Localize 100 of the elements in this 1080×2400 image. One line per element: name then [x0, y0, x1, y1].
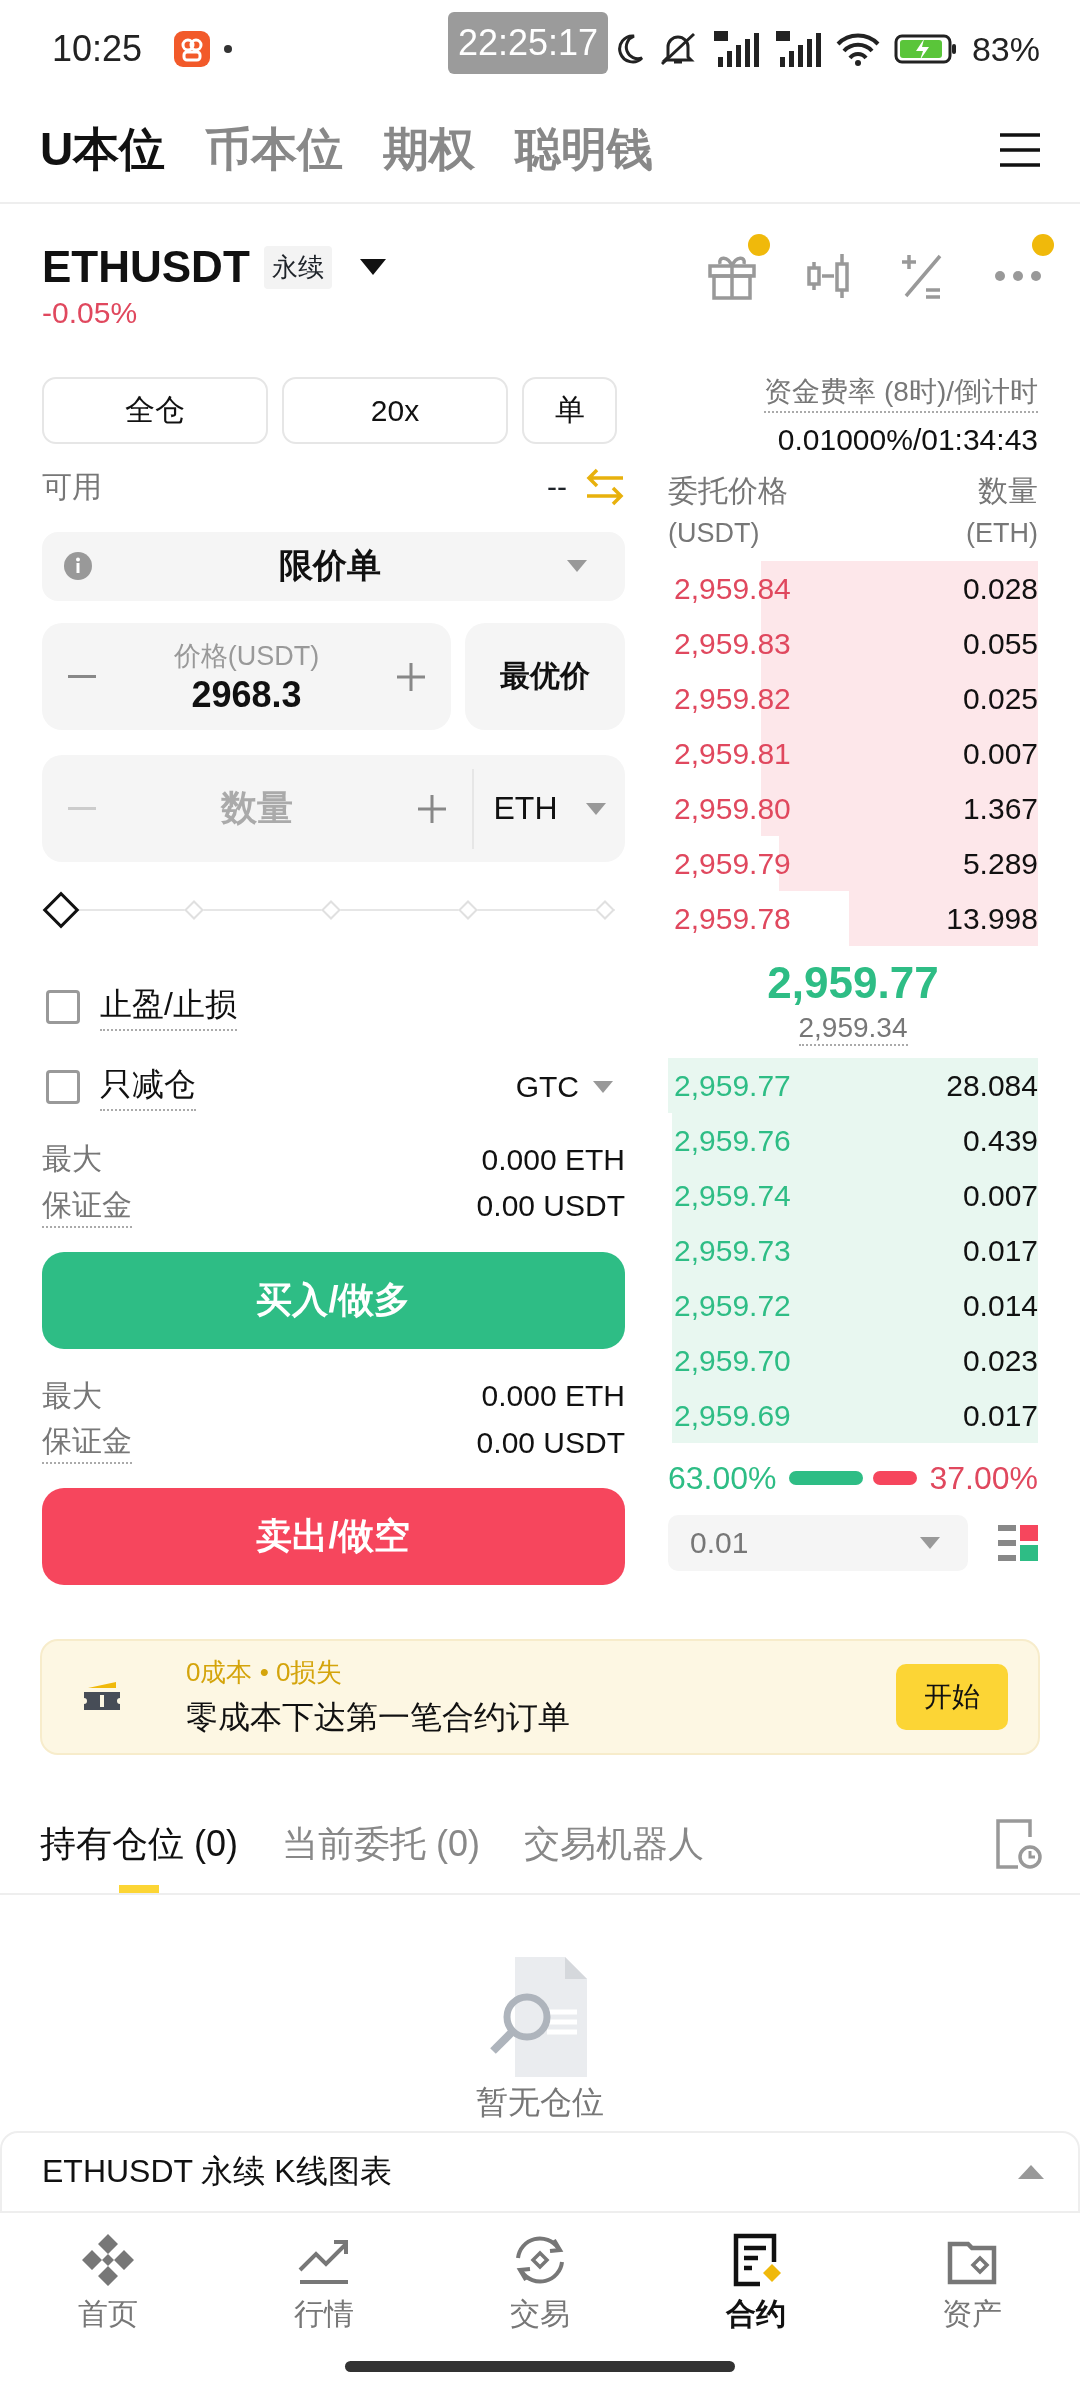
caret-up-icon[interactable] [1018, 2165, 1044, 2179]
precision-dropdown[interactable]: 0.01 [668, 1515, 968, 1571]
max-value: 0.000 ETH [481, 1379, 625, 1414]
nav-item[interactable]: 交易 [432, 2213, 648, 2353]
buy-button[interactable]: 买入/做多 [42, 1251, 625, 1349]
bid-price[interactable]: 2,959.70 [674, 1343, 791, 1378]
chart-bar[interactable]: ETHUSDT 永续 K线图表 [0, 2131, 1080, 2213]
bid-price[interactable]: 2,959.69 [674, 1398, 791, 1433]
market-tab[interactable]: 币本位 [205, 119, 344, 181]
signal-icon [773, 29, 822, 69]
last-price: 2,959.77 [767, 958, 939, 1008]
sell-ratio-bar [873, 1471, 918, 1485]
bid-price[interactable]: 2,959.74 [674, 1178, 791, 1213]
price-change: -0.05% [42, 296, 139, 330]
bid-price[interactable]: 2,959.72 [674, 1288, 791, 1323]
margin-value: 0.00 USDT [476, 1425, 625, 1460]
funding-rate-label: 资金费率 (8时)/倒计时 [764, 373, 1038, 413]
promo-subtitle: 0成本 • 0损失 [186, 1655, 344, 1689]
history-icon[interactable] [996, 1819, 1042, 1869]
ask-price[interactable]: 2,959.84 [674, 571, 791, 606]
start-button[interactable]: 开始 [896, 1664, 1008, 1730]
quantity-field[interactable]: 数量 [42, 755, 472, 863]
bid-price[interactable]: 2,959.73 [674, 1233, 791, 1268]
wifi-icon [835, 32, 880, 66]
bid-price[interactable]: 2,959.76 [674, 1123, 791, 1158]
menu-icon[interactable] [998, 132, 1042, 168]
caret-icon[interactable] [359, 259, 386, 275]
caret-icon [593, 1080, 613, 1093]
dot-icon [224, 45, 233, 53]
ask-quantity: 13.998 [946, 901, 1038, 936]
symbol-title[interactable]: ETHUSDT [42, 242, 250, 292]
ask-quantity: 1.367 [962, 791, 1038, 826]
battery-charging-icon [893, 33, 958, 65]
time-in-force-dropdown[interactable]: GTC [515, 1069, 613, 1104]
margin-label: 保证金 [42, 1184, 132, 1228]
sell-button[interactable]: 卖出/做空 [42, 1487, 625, 1585]
column-header: 数量 [978, 473, 1038, 509]
minus-icon[interactable] [68, 806, 96, 811]
minus-icon[interactable] [68, 674, 96, 679]
nav-item[interactable]: 行情 [216, 2213, 432, 2353]
checkbox[interactable] [46, 1069, 80, 1104]
option-label[interactable]: 只减仓 [100, 1062, 196, 1111]
column-unit: (ETH) [966, 518, 1038, 549]
caret-icon [585, 802, 606, 815]
option-label[interactable]: 止盈/止损 [100, 983, 237, 1032]
caret-icon [920, 1537, 940, 1549]
plus-icon[interactable] [418, 794, 446, 823]
info-icon[interactable] [64, 552, 92, 581]
contract-tag: 永续 [263, 245, 332, 289]
max-label: 最大 [42, 1141, 102, 1178]
layout-icon[interactable] [998, 1523, 1038, 1563]
max-value: 0.000 ETH [481, 1142, 625, 1177]
transfer-icon[interactable] [585, 468, 625, 507]
bid-quantity: 0.017 [962, 1398, 1038, 1433]
ask-price[interactable]: 2,959.83 [674, 626, 791, 661]
diamond-logo-icon [80, 2231, 136, 2288]
bid-quantity: 0.439 [962, 1123, 1038, 1158]
leverage-button[interactable]: 20x [282, 377, 508, 445]
bid-quantity: 28.084 [946, 1068, 1038, 1103]
plus-icon[interactable] [397, 662, 425, 691]
funding-rate-value: 0.01000%/01:34:43 [777, 423, 1038, 457]
position-tab[interactable]: 交易机器人 [524, 1795, 704, 1893]
margin-mode-button[interactable]: 全仓 [42, 377, 268, 445]
price-field[interactable]: 价格(USDT) 2968.3 [42, 623, 451, 731]
max-label: 最大 [42, 1377, 102, 1414]
more-icon[interactable] [994, 270, 1042, 282]
recording-timer: 22:25:17 [448, 12, 608, 74]
nav-item[interactable]: 首页 [0, 2213, 216, 2353]
column-header: 委托价格 [668, 473, 788, 509]
nav-item[interactable]: 资产 [864, 2213, 1080, 2353]
ask-price[interactable]: 2,959.82 [674, 681, 791, 716]
available-value: -- [547, 470, 567, 505]
app-notification-icon [174, 31, 211, 67]
sell-ratio: 37.00% [929, 1459, 1038, 1497]
bid-price[interactable]: 2,959.77 [674, 1068, 791, 1103]
checkbox[interactable] [46, 990, 80, 1025]
ask-price[interactable]: 2,959.79 [674, 846, 791, 881]
best-price-button[interactable]: 最优价 [465, 623, 625, 731]
promo-banner[interactable]: 0成本 • 0损失 零成本下达第一笔合约订单 开始 [40, 1639, 1040, 1755]
order-type-dropdown[interactable]: 限价单 [42, 531, 625, 602]
column-unit: (USDT) [668, 518, 760, 549]
do-not-disturb-icon [617, 34, 644, 64]
position-tab[interactable]: 当前委托 (0) [282, 1795, 480, 1893]
market-tab[interactable]: U本位 [40, 119, 166, 181]
ask-price[interactable]: 2,959.81 [674, 736, 791, 771]
market-tab[interactable]: 聪明钱 [515, 119, 654, 181]
nav-item[interactable]: 合约 [648, 2213, 864, 2353]
available-label: 可用 [42, 468, 102, 505]
ask-quantity: 0.028 [962, 571, 1038, 606]
bid-quantity: 0.017 [962, 1233, 1038, 1268]
unit-dropdown[interactable]: ETH [474, 790, 625, 828]
position-mode-button[interactable]: 单 [522, 377, 617, 445]
battery-level: 83% [971, 29, 1040, 69]
ask-price[interactable]: 2,959.80 [674, 791, 791, 826]
margin-label: 保证金 [42, 1421, 132, 1465]
market-tab[interactable]: 期权 [383, 119, 476, 181]
promo-text: 零成本下达第一笔合约订单 [186, 1697, 571, 1737]
margin-value: 0.00 USDT [476, 1189, 625, 1224]
ask-price[interactable]: 2,959.78 [674, 901, 791, 936]
ask-quantity: 0.025 [962, 681, 1038, 716]
